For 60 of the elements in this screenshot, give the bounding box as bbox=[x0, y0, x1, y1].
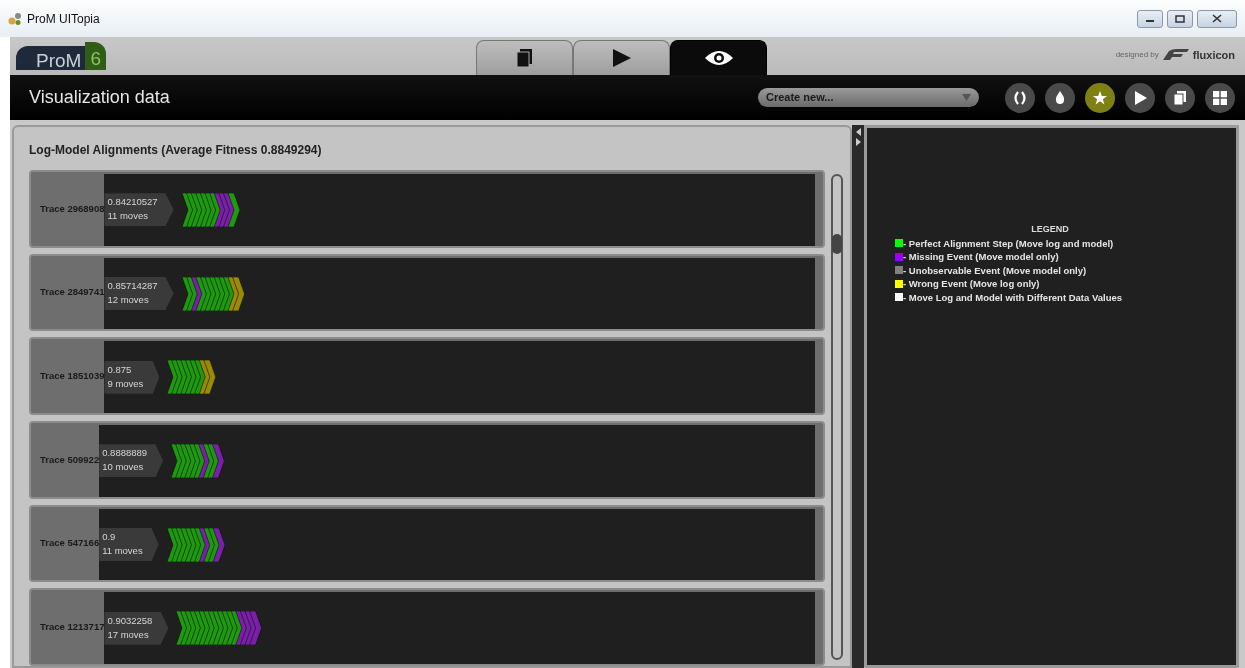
legend-label: - Perfect Alignment Step (Move log and model) bbox=[903, 236, 1114, 250]
view-tab[interactable] bbox=[573, 40, 670, 75]
fitness-value: 0.9 bbox=[102, 530, 117, 544]
legend-label: - Wrong Event (Move log only) bbox=[903, 277, 1040, 291]
brand-name: fluxicon bbox=[1192, 47, 1235, 63]
view-tab[interactable] bbox=[476, 40, 573, 75]
play-button[interactable] bbox=[1125, 82, 1155, 113]
play-icon bbox=[1133, 90, 1147, 105]
fitness-value: 0.84210527 bbox=[107, 195, 158, 210]
scrollbar[interactable] bbox=[831, 174, 843, 660]
drop-button[interactable] bbox=[1045, 82, 1075, 113]
eye-icon bbox=[704, 49, 733, 67]
move-count: 9 moves bbox=[107, 376, 144, 391]
star-button[interactable] bbox=[1085, 82, 1115, 113]
legend-title: LEGEND bbox=[1030, 223, 1070, 236]
collapse-arrows-icon[interactable] bbox=[854, 127, 862, 147]
logo-name: ProM bbox=[16, 46, 86, 70]
move-count: 12 moves bbox=[107, 293, 150, 307]
trace-name: Trace 1213717 bbox=[39, 620, 105, 635]
trace-name: Trace 509922 bbox=[39, 452, 100, 467]
legend-label: - Unobservable Event (Move model only) bbox=[903, 263, 1087, 277]
maximize-icon bbox=[1175, 14, 1185, 23]
view-title: Visualization data bbox=[29, 86, 170, 109]
close-icon bbox=[1212, 14, 1222, 23]
trace-name: Trace 2968908 bbox=[39, 201, 105, 216]
move-count: 10 moves bbox=[102, 460, 145, 475]
copy-icon bbox=[516, 48, 533, 68]
minimize-button[interactable] bbox=[1137, 9, 1163, 28]
play-icon bbox=[612, 49, 631, 67]
fitness-value: 0.8888889 bbox=[102, 446, 148, 461]
app-icon bbox=[8, 11, 22, 26]
create-dropdown[interactable]: Create new... bbox=[758, 88, 979, 107]
fitness-value: 0.85714287 bbox=[107, 279, 158, 293]
window-title: ProM UITopia bbox=[27, 10, 100, 28]
move-count: 17 moves bbox=[107, 627, 150, 642]
view-tab[interactable] bbox=[670, 40, 767, 75]
fitness-value: 0.875 bbox=[107, 362, 133, 377]
close-button[interactable] bbox=[1197, 9, 1237, 28]
copy-icon bbox=[1173, 90, 1187, 105]
trace-name: Trace 2849741 bbox=[39, 285, 105, 300]
grid-icon bbox=[1213, 90, 1227, 105]
trace-name: Trace 547166 bbox=[39, 536, 100, 551]
drop-icon bbox=[1053, 90, 1067, 105]
caret-icon bbox=[962, 94, 971, 101]
star-icon bbox=[1093, 90, 1107, 105]
logo-version: 6 bbox=[85, 42, 106, 70]
credit-text: designed by bbox=[1115, 48, 1159, 61]
code-button[interactable] bbox=[1005, 82, 1035, 113]
move-count: 11 moves bbox=[102, 544, 143, 558]
panel-title: Log-Model Alignments (Average Fitness 0.8849294) bbox=[29, 142, 323, 159]
wing-icon bbox=[1162, 49, 1189, 61]
fitness-value: 0.9032258 bbox=[107, 613, 153, 628]
legend-label: - Missing Event (Move model only) bbox=[903, 250, 1059, 264]
move-count: 11 moves bbox=[107, 209, 149, 224]
maximize-button[interactable] bbox=[1167, 9, 1193, 28]
grid-button[interactable] bbox=[1205, 82, 1235, 113]
legend-label: - Move Log and Model with Different Data Values bbox=[903, 290, 1123, 304]
code-icon bbox=[1013, 90, 1027, 105]
trace-name: Trace 1851039 bbox=[39, 369, 105, 384]
copy-button[interactable] bbox=[1165, 82, 1195, 113]
